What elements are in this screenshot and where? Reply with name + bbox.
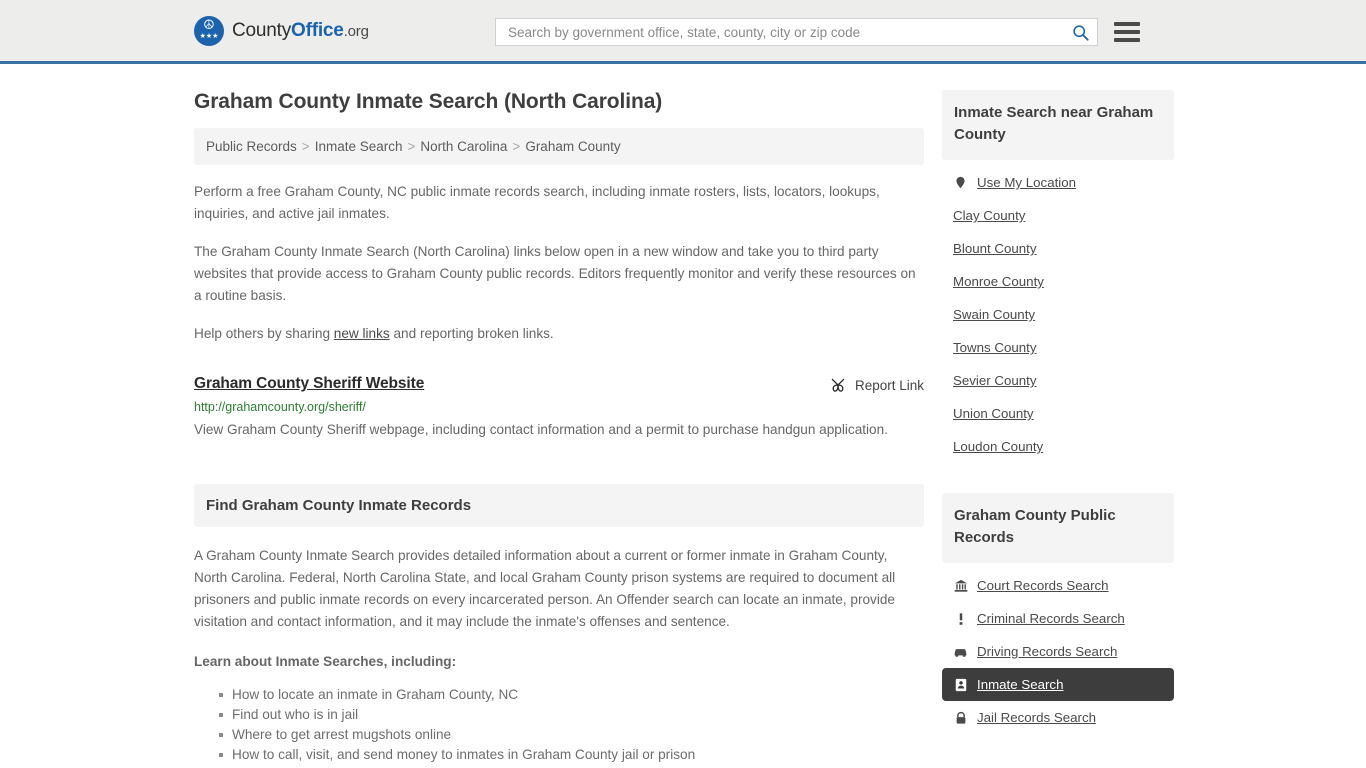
sidebar-nearby-list: Use My Location Clay County Blount Count… [942, 166, 1174, 463]
breadcrumb-item-inmate-search[interactable]: Inmate Search [315, 139, 403, 154]
breadcrumb-item-graham-county[interactable]: Graham County [525, 139, 620, 154]
sidebar-link-label[interactable]: Criminal Records Search [977, 611, 1125, 626]
list-item: Where to get arrest mugshots online [219, 725, 924, 745]
intro-paragraph-2: The Graham County Inmate Search (North C… [194, 244, 916, 303]
sidebar-link-label[interactable]: Court Records Search [977, 578, 1109, 593]
sidebar-item-driving-records-search[interactable]: Driving Records Search [942, 635, 1174, 668]
sidebar-link-label[interactable]: Jail Records Search [977, 710, 1096, 725]
sidebar-item-criminal-records-search[interactable]: Criminal Records Search [942, 602, 1174, 635]
result-header-row: Graham County Sheriff Website Report Lin… [194, 375, 924, 393]
sidebar-link-label[interactable]: Swain County [953, 307, 1035, 322]
list-item: How to locate an inmate in Graham County… [219, 685, 924, 705]
sidebar-nearby-heading-panel: Inmate Search near Graham County [942, 90, 1174, 160]
share-text-before: Help others by sharing [194, 326, 334, 341]
section-header-panel: Find Graham County Inmate Records [194, 484, 924, 527]
section-body: A Graham County Inmate Search provides d… [194, 545, 924, 768]
sidebar-link-label[interactable]: Sevier County [953, 373, 1037, 388]
brand-word-county: County [232, 19, 292, 41]
sidebar-link-label[interactable]: Inmate Search [977, 677, 1063, 692]
sidebar-link-label[interactable]: Towns County [953, 340, 1037, 355]
sidebar-link-label[interactable]: Clay County [953, 208, 1025, 223]
eagle-stars-icon: ☮ ★★★ [194, 15, 224, 46]
intro-paragraph-3: Help others by sharing new links and rep… [194, 323, 924, 345]
car-icon [953, 644, 968, 659]
sidebar: Inmate Search near Graham County Use My … [942, 64, 1174, 768]
report-link-button[interactable]: Report Link [830, 375, 924, 393]
sidebar-item-loudon-county[interactable]: Loudon County [942, 430, 1174, 463]
breadcrumb-separator: > [512, 139, 521, 154]
brand-wordmark: CountyOffice.org [232, 20, 369, 42]
result-url: http://grahamcounty.org/sheriff/ [194, 400, 366, 414]
breadcrumb-separator: > [301, 139, 310, 154]
section-paragraph: A Graham County Inmate Search provides d… [194, 548, 896, 629]
sidebar-item-swain-county[interactable]: Swain County [942, 298, 1174, 331]
breadcrumb-separator: > [407, 139, 416, 154]
sidebar-item-blount-county[interactable]: Blount County [942, 232, 1174, 265]
section-heading: Find Graham County Inmate Records [206, 497, 472, 514]
result-link-block: Graham County Sheriff Website Report Lin… [194, 375, 924, 442]
site-header: ☮ ★★★ CountyOffice.org [0, 0, 1366, 64]
header-search-area [495, 18, 1140, 46]
learn-about-heading: Learn about Inmate Searches, including: [194, 654, 457, 669]
sidebar-item-court-records-search[interactable]: Court Records Search [942, 569, 1174, 602]
breadcrumb-item-public-records[interactable]: Public Records [206, 139, 297, 154]
id-card-icon [953, 677, 968, 692]
sidebar-link-label[interactable]: Blount County [953, 241, 1037, 256]
site-logo[interactable]: ☮ ★★★ CountyOffice.org [194, 15, 369, 46]
sidebar-public-records-heading: Graham County Public Records [954, 507, 1116, 546]
sidebar-link-label[interactable]: Use My Location [977, 175, 1076, 190]
sidebar-item-union-county[interactable]: Union County [942, 397, 1174, 430]
page-title: Graham County Inmate Search (North Carol… [194, 90, 663, 113]
new-links-link[interactable]: new links [334, 326, 390, 341]
result-title-link[interactable]: Graham County Sheriff Website [194, 375, 424, 393]
list-item: Find out who is in jail [219, 705, 924, 725]
breadcrumb: Public Records > Inmate Search > North Carol… [194, 128, 924, 165]
sidebar-item-use-my-location[interactable]: Use My Location [942, 166, 1174, 199]
search-icon[interactable] [1072, 24, 1089, 41]
list-item: How to call, visit, and send money to in… [219, 745, 924, 765]
page-body: Graham County Inmate Search (North Carol… [0, 64, 1366, 768]
share-text-after: and reporting broken links. [389, 326, 554, 341]
report-link-label: Report Link [854, 377, 924, 393]
courthouse-icon [953, 578, 968, 593]
sidebar-item-towns-county[interactable]: Towns County [942, 331, 1174, 364]
broken-link-icon [831, 378, 845, 392]
sidebar-item-clay-county[interactable]: Clay County [942, 199, 1174, 232]
sidebar-public-records-heading-panel: Graham County Public Records [942, 493, 1174, 563]
inmate-search-topics-list: How to locate an inmate in Graham County… [194, 685, 924, 768]
sidebar-link-label[interactable]: Monroe County [953, 274, 1044, 289]
search-box[interactable] [495, 18, 1098, 46]
sidebar-link-label[interactable]: Union County [953, 406, 1034, 421]
breadcrumb-item-north-carolina[interactable]: North Carolina [420, 139, 507, 154]
sidebar-item-monroe-county[interactable]: Monroe County [942, 265, 1174, 298]
brand-tld: .org [343, 22, 369, 40]
sidebar-item-inmate-search[interactable]: Inmate Search [942, 668, 1174, 701]
sidebar-item-jail-records-search[interactable]: Jail Records Search [942, 701, 1174, 734]
sidebar-item-sevier-county[interactable]: Sevier County [942, 364, 1174, 397]
result-description: View Graham County Sheriff webpage, incl… [194, 422, 888, 437]
hamburger-menu-icon[interactable] [1114, 22, 1140, 42]
exclamation-icon [953, 611, 968, 626]
map-pin-icon [953, 175, 968, 190]
search-input[interactable] [506, 23, 1072, 41]
brand-word-office: Office [291, 19, 344, 41]
sidebar-link-label[interactable]: Driving Records Search [977, 644, 1117, 659]
sidebar-link-label[interactable]: Loudon County [953, 439, 1043, 454]
sidebar-public-records-list: Court Records Search Criminal Records Se… [942, 569, 1174, 734]
intro-paragraph-1: Perform a free Graham County, NC public … [194, 184, 880, 221]
lock-icon [953, 710, 968, 725]
main-content: Graham County Inmate Search (North Carol… [194, 64, 924, 768]
sidebar-nearby-heading: Inmate Search near Graham County [954, 104, 1154, 143]
